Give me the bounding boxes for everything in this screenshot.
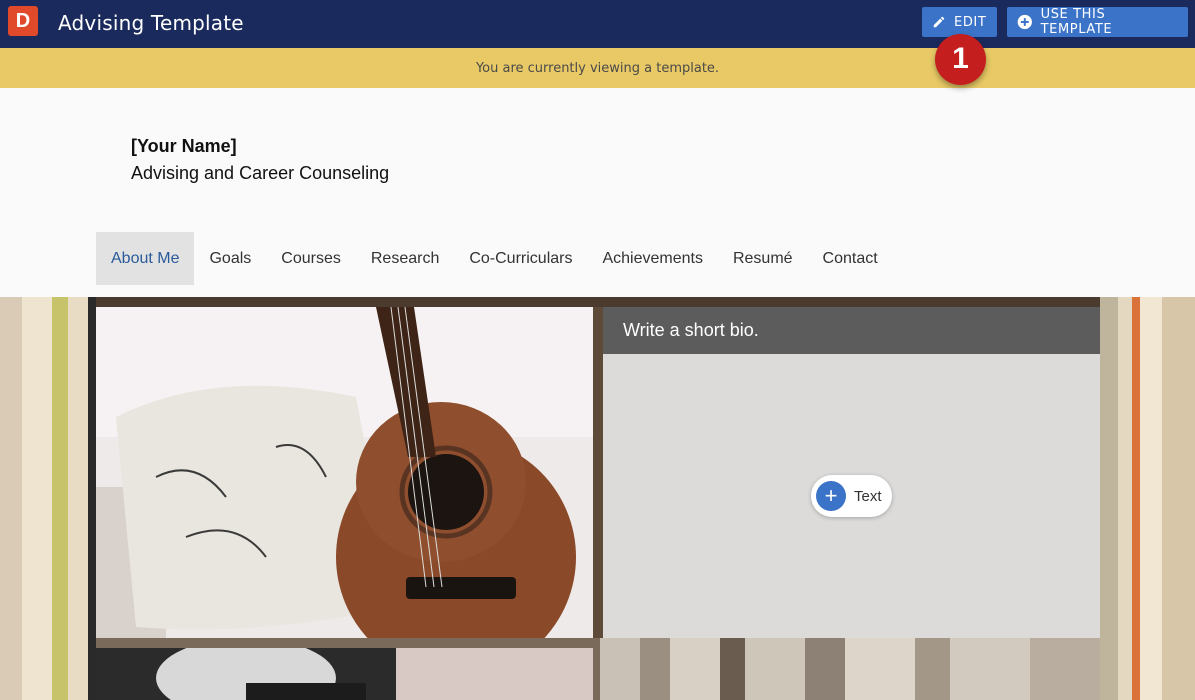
second-photo-illustration	[96, 648, 593, 700]
pencil-icon	[933, 16, 945, 28]
nav-item-goals[interactable]: Goals	[194, 232, 266, 285]
nav-item-resume[interactable]: Resumé	[718, 232, 808, 285]
edit-button[interactable]: EDIT	[922, 7, 997, 37]
nav-item-about-me[interactable]: About Me	[96, 232, 195, 285]
plus-circle-icon	[1017, 14, 1032, 30]
second-photo[interactable]	[96, 648, 593, 700]
add-text-label: Text	[854, 487, 882, 505]
guitar-illustration	[96, 307, 593, 638]
nav-item-contact[interactable]: Contact	[808, 232, 893, 285]
bio-panel: Write a short bio. + Text	[603, 307, 1100, 638]
top-bar: D Advising Template EDIT USE THIS TEMPLA…	[0, 0, 1195, 48]
nav-item-co-curriculars[interactable]: Co-Curriculars	[454, 232, 587, 285]
step-number-badge: 1	[935, 34, 986, 85]
bio-header[interactable]: Write a short bio.	[603, 307, 1100, 354]
app-title: Advising Template	[58, 11, 244, 35]
app-logo[interactable]: D	[8, 6, 38, 36]
nav-item-courses[interactable]: Courses	[266, 232, 356, 285]
nav-item-research[interactable]: Research	[356, 232, 454, 285]
use-template-button[interactable]: USE THIS TEMPLATE	[1007, 7, 1188, 37]
page-owner-name[interactable]: [Your Name]	[131, 136, 237, 157]
plus-icon: +	[816, 481, 846, 511]
use-template-button-label: USE THIS TEMPLATE	[1040, 7, 1113, 37]
add-text-button[interactable]: + Text	[811, 475, 892, 517]
edit-button-label: EDIT	[954, 14, 987, 30]
guitar-photo[interactable]	[96, 307, 593, 638]
page-nav: About Me Goals Courses Research Co-Curri…	[96, 232, 893, 285]
page-subtitle[interactable]: Advising and Career Counseling	[131, 163, 389, 184]
template-notice-banner: You are currently viewing a template.	[0, 48, 1195, 88]
nav-item-achievements[interactable]: Achievements	[587, 232, 718, 285]
